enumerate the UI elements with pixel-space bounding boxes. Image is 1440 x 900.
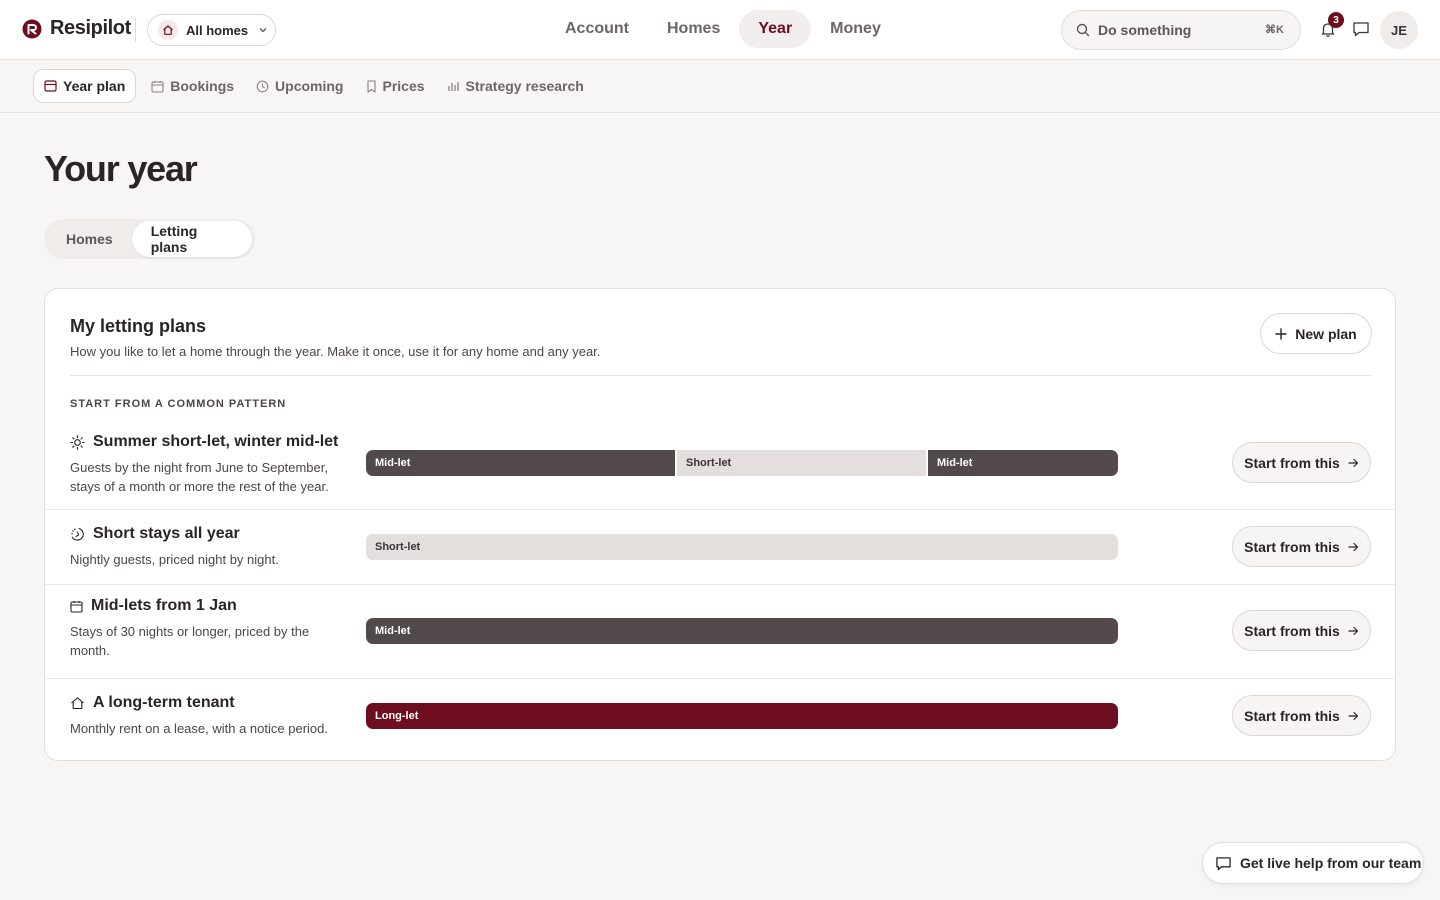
year-timeline-bar: Long-let — [366, 703, 1118, 729]
subnav-year-plan[interactable]: Year plan — [33, 69, 137, 103]
avatar[interactable]: JE — [1380, 11, 1418, 49]
timeline-segment-midlet: Mid-let — [366, 450, 675, 476]
timeline-segment-longlet: Long-let — [366, 703, 1118, 729]
moon-icon — [70, 527, 85, 542]
year-timeline-bar: Mid-let — [366, 618, 1118, 644]
nav-year[interactable]: Year — [739, 10, 812, 48]
chevron-down-icon — [259, 28, 267, 33]
live-help-label: Get live help from our team — [1240, 855, 1422, 871]
timeline-segment-shortlet: Short-let — [366, 534, 1118, 560]
search-icon — [1076, 23, 1090, 37]
subnav-prices[interactable]: Prices — [355, 69, 436, 103]
pattern-description: Monthly rent on a lease, with a notice p… — [70, 721, 328, 736]
new-plan-button[interactable]: New plan — [1260, 313, 1372, 354]
start-from-this-button[interactable]: Start from this — [1232, 442, 1371, 483]
year-timeline-bar: Short-let — [366, 534, 1118, 560]
tab-letting-plans[interactable]: Letting plans — [131, 221, 252, 257]
subnav-label: Prices — [382, 78, 425, 94]
messages-button[interactable] — [1350, 18, 1372, 40]
chat-icon — [1216, 856, 1231, 870]
layout-icon — [44, 80, 57, 92]
start-from-this-button[interactable]: Start from this — [1232, 695, 1371, 736]
divider — [70, 375, 1372, 376]
pattern-title-label: Summer short-let, winter mid-let — [93, 433, 339, 450]
search-placeholder: Do something — [1098, 22, 1192, 38]
top-bar: Resipilot All homes Account Homes Year Mone… — [0, 0, 1440, 60]
letting-plans-card: My letting plans How you like to let a h… — [44, 288, 1396, 761]
main-nav: Account Homes Year Money — [546, 10, 900, 48]
card-title: My letting plans — [70, 316, 207, 336]
subnav-bookings[interactable]: Bookings — [140, 69, 245, 103]
subnav-upcoming[interactable]: Upcoming — [245, 69, 354, 103]
arrow-right-icon — [1348, 458, 1359, 468]
search-shortcut: ⌘K — [1265, 24, 1284, 36]
arrow-right-icon — [1348, 711, 1359, 721]
subnav-label: Year plan — [63, 78, 126, 94]
pattern-row: Summer short-let, winter mid-let Guests b… — [45, 421, 1395, 510]
sub-nav-bar: Year plan Bookings Upcoming Prices Strategy … — [0, 60, 1440, 113]
pattern-description: Nightly guests, priced night by night. — [70, 552, 279, 567]
nav-account[interactable]: Account — [546, 10, 648, 48]
home-picker-label: All homes — [186, 22, 249, 38]
sun-icon — [70, 434, 85, 450]
command-search[interactable]: Do something ⌘K — [1061, 10, 1301, 50]
subnav-strategy-research[interactable]: Strategy research — [436, 69, 595, 103]
section-label: START FROM A COMMON PATTERN — [70, 398, 287, 410]
page-title: Your year — [44, 148, 198, 189]
sub-nav: Year plan Bookings Upcoming Prices Strategy … — [33, 69, 595, 103]
timeline-segment-midlet: Mid-let — [928, 450, 1118, 476]
pattern-title: Short stays all year — [70, 525, 240, 543]
plus-icon — [1275, 327, 1287, 340]
subnav-label: Bookings — [170, 78, 235, 94]
chat-icon — [1353, 22, 1369, 37]
subnav-label: Upcoming — [275, 78, 344, 94]
pattern-row: Mid-lets from 1 Jan Stays of 30 nights or… — [45, 585, 1395, 679]
home-icon — [70, 696, 85, 710]
pattern-title: Mid-lets from 1 Jan — [70, 597, 237, 615]
timeline-segment-shortlet: Short-let — [677, 450, 926, 476]
pattern-row: Short stays all year Nightly guests, pric… — [45, 510, 1395, 585]
year-timeline-bar: Mid-let Short-let Mid-let — [366, 450, 1118, 476]
brand-logo[interactable]: Resipilot — [22, 17, 131, 40]
start-from-this-button[interactable]: Start from this — [1232, 610, 1371, 651]
divider — [135, 18, 136, 42]
pattern-title-label: Mid-lets from 1 Jan — [91, 597, 237, 614]
arrow-right-icon — [1348, 542, 1359, 552]
bookmark-icon — [366, 79, 377, 93]
view-toggle: Homes Letting plans — [44, 219, 255, 259]
calendar-icon — [70, 600, 83, 613]
nav-homes[interactable]: Homes — [648, 10, 739, 48]
timeline-segment-midlet: Mid-let — [366, 618, 1118, 644]
clock-icon — [256, 80, 269, 93]
start-from-this-button[interactable]: Start from this — [1232, 526, 1371, 567]
logo-mark-icon — [22, 19, 42, 38]
pattern-title: Summer short-let, winter mid-let — [70, 433, 338, 451]
bar-chart-icon — [447, 80, 460, 92]
arrow-right-icon — [1348, 626, 1359, 636]
calendar-icon — [151, 80, 164, 93]
pattern-description: Guests by the night from June to Septemb… — [70, 460, 329, 494]
pattern-description: Stays of 30 nights or longer, priced by … — [70, 624, 310, 658]
home-icon — [158, 20, 178, 40]
start-from-this-label: Start from this — [1244, 707, 1340, 724]
card-subtitle: How you like to let a home through the y… — [70, 344, 601, 359]
pattern-row: A long-term tenant Monthly rent on a leas… — [45, 679, 1395, 761]
start-from-this-label: Start from this — [1244, 538, 1340, 555]
nav-money[interactable]: Money — [811, 10, 900, 48]
pattern-title-label: Short stays all year — [93, 525, 240, 542]
new-plan-label: New plan — [1295, 325, 1357, 342]
notification-count-badge: 3 — [1328, 12, 1344, 28]
subnav-label: Strategy research — [465, 78, 584, 94]
pattern-title-label: A long-term tenant — [93, 694, 235, 711]
start-from-this-label: Start from this — [1244, 454, 1340, 471]
start-from-this-label: Start from this — [1244, 622, 1340, 639]
live-help-button[interactable]: Get live help from our team — [1202, 842, 1424, 884]
brand-name: Resipilot — [50, 17, 131, 39]
tab-homes[interactable]: Homes — [47, 221, 132, 257]
home-picker-dropdown[interactable]: All homes — [147, 14, 276, 46]
pattern-title: A long-term tenant — [70, 694, 235, 712]
